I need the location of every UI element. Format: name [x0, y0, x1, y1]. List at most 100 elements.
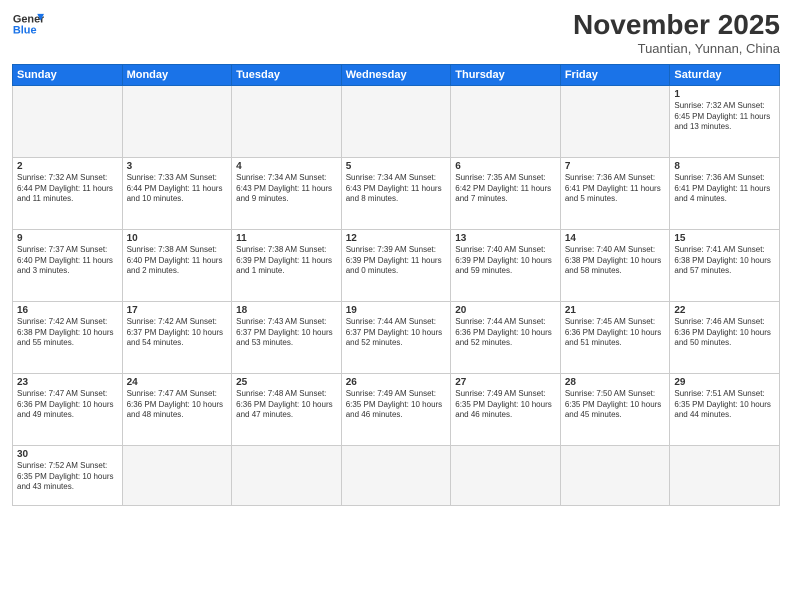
day-number: 30 [17, 449, 118, 460]
day-cell [232, 85, 342, 157]
day-info: Sunrise: 7:50 AM Sunset: 6:35 PM Dayligh… [565, 389, 666, 421]
day-number: 8 [674, 161, 775, 172]
day-number: 19 [346, 305, 447, 316]
day-cell: 11Sunrise: 7:38 AM Sunset: 6:39 PM Dayli… [232, 229, 342, 301]
day-number: 18 [236, 305, 337, 316]
day-cell: 26Sunrise: 7:49 AM Sunset: 6:35 PM Dayli… [341, 373, 451, 445]
day-number: 27 [455, 377, 556, 388]
day-cell [122, 85, 232, 157]
day-info: Sunrise: 7:36 AM Sunset: 6:41 PM Dayligh… [674, 173, 775, 205]
day-info: Sunrise: 7:44 AM Sunset: 6:37 PM Dayligh… [346, 317, 447, 349]
header: General Blue November 2025 Tuantian, Yun… [12, 10, 780, 56]
day-number: 24 [127, 377, 228, 388]
day-info: Sunrise: 7:47 AM Sunset: 6:36 PM Dayligh… [17, 389, 118, 421]
day-info: Sunrise: 7:35 AM Sunset: 6:42 PM Dayligh… [455, 173, 556, 205]
header-row: SundayMondayTuesdayWednesdayThursdayFrid… [13, 64, 780, 85]
week-row-2: 9Sunrise: 7:37 AM Sunset: 6:40 PM Daylig… [13, 229, 780, 301]
day-info: Sunrise: 7:48 AM Sunset: 6:36 PM Dayligh… [236, 389, 337, 421]
svg-text:Blue: Blue [13, 24, 37, 36]
day-number: 12 [346, 233, 447, 244]
day-cell [560, 445, 670, 505]
day-number: 9 [17, 233, 118, 244]
day-cell: 29Sunrise: 7:51 AM Sunset: 6:35 PM Dayli… [670, 373, 780, 445]
page: General Blue November 2025 Tuantian, Yun… [0, 0, 792, 612]
day-number: 16 [17, 305, 118, 316]
day-number: 15 [674, 233, 775, 244]
week-row-5: 30Sunrise: 7:52 AM Sunset: 6:35 PM Dayli… [13, 445, 780, 505]
day-info: Sunrise: 7:32 AM Sunset: 6:45 PM Dayligh… [674, 101, 775, 133]
day-cell: 17Sunrise: 7:42 AM Sunset: 6:37 PM Dayli… [122, 301, 232, 373]
day-info: Sunrise: 7:41 AM Sunset: 6:38 PM Dayligh… [674, 245, 775, 277]
day-cell [232, 445, 342, 505]
day-cell: 25Sunrise: 7:48 AM Sunset: 6:36 PM Dayli… [232, 373, 342, 445]
day-number: 20 [455, 305, 556, 316]
logo-icon: General Blue [12, 10, 44, 38]
col-header-saturday: Saturday [670, 64, 780, 85]
day-cell: 14Sunrise: 7:40 AM Sunset: 6:38 PM Dayli… [560, 229, 670, 301]
day-number: 28 [565, 377, 666, 388]
col-header-wednesday: Wednesday [341, 64, 451, 85]
day-cell: 28Sunrise: 7:50 AM Sunset: 6:35 PM Dayli… [560, 373, 670, 445]
day-info: Sunrise: 7:34 AM Sunset: 6:43 PM Dayligh… [236, 173, 337, 205]
day-cell: 18Sunrise: 7:43 AM Sunset: 6:37 PM Dayli… [232, 301, 342, 373]
col-header-tuesday: Tuesday [232, 64, 342, 85]
day-number: 5 [346, 161, 447, 172]
day-info: Sunrise: 7:38 AM Sunset: 6:40 PM Dayligh… [127, 245, 228, 277]
day-number: 3 [127, 161, 228, 172]
day-number: 11 [236, 233, 337, 244]
day-cell: 10Sunrise: 7:38 AM Sunset: 6:40 PM Dayli… [122, 229, 232, 301]
col-header-thursday: Thursday [451, 64, 561, 85]
day-cell: 30Sunrise: 7:52 AM Sunset: 6:35 PM Dayli… [13, 445, 123, 505]
day-info: Sunrise: 7:49 AM Sunset: 6:35 PM Dayligh… [346, 389, 447, 421]
week-row-4: 23Sunrise: 7:47 AM Sunset: 6:36 PM Dayli… [13, 373, 780, 445]
day-info: Sunrise: 7:36 AM Sunset: 6:41 PM Dayligh… [565, 173, 666, 205]
week-row-0: 1Sunrise: 7:32 AM Sunset: 6:45 PM Daylig… [13, 85, 780, 157]
day-info: Sunrise: 7:40 AM Sunset: 6:38 PM Dayligh… [565, 245, 666, 277]
calendar: SundayMondayTuesdayWednesdayThursdayFrid… [12, 64, 780, 506]
day-number: 7 [565, 161, 666, 172]
day-number: 10 [127, 233, 228, 244]
day-cell [341, 445, 451, 505]
day-cell [670, 445, 780, 505]
day-cell: 2Sunrise: 7:32 AM Sunset: 6:44 PM Daylig… [13, 157, 123, 229]
day-cell: 22Sunrise: 7:46 AM Sunset: 6:36 PM Dayli… [670, 301, 780, 373]
location: Tuantian, Yunnan, China [573, 41, 780, 56]
week-row-3: 16Sunrise: 7:42 AM Sunset: 6:38 PM Dayli… [13, 301, 780, 373]
day-cell: 13Sunrise: 7:40 AM Sunset: 6:39 PM Dayli… [451, 229, 561, 301]
day-cell [451, 445, 561, 505]
logo: General Blue [12, 10, 44, 38]
day-number: 14 [565, 233, 666, 244]
day-number: 22 [674, 305, 775, 316]
day-number: 13 [455, 233, 556, 244]
day-cell [560, 85, 670, 157]
day-cell: 9Sunrise: 7:37 AM Sunset: 6:40 PM Daylig… [13, 229, 123, 301]
day-cell: 5Sunrise: 7:34 AM Sunset: 6:43 PM Daylig… [341, 157, 451, 229]
day-info: Sunrise: 7:32 AM Sunset: 6:44 PM Dayligh… [17, 173, 118, 205]
month-year: November 2025 [573, 10, 780, 41]
day-info: Sunrise: 7:37 AM Sunset: 6:40 PM Dayligh… [17, 245, 118, 277]
day-cell [13, 85, 123, 157]
day-cell: 3Sunrise: 7:33 AM Sunset: 6:44 PM Daylig… [122, 157, 232, 229]
day-number: 6 [455, 161, 556, 172]
day-info: Sunrise: 7:44 AM Sunset: 6:36 PM Dayligh… [455, 317, 556, 349]
day-info: Sunrise: 7:47 AM Sunset: 6:36 PM Dayligh… [127, 389, 228, 421]
day-number: 26 [346, 377, 447, 388]
day-info: Sunrise: 7:33 AM Sunset: 6:44 PM Dayligh… [127, 173, 228, 205]
day-cell: 6Sunrise: 7:35 AM Sunset: 6:42 PM Daylig… [451, 157, 561, 229]
col-header-friday: Friday [560, 64, 670, 85]
day-cell [341, 85, 451, 157]
day-info: Sunrise: 7:40 AM Sunset: 6:39 PM Dayligh… [455, 245, 556, 277]
day-cell: 21Sunrise: 7:45 AM Sunset: 6:36 PM Dayli… [560, 301, 670, 373]
day-cell: 12Sunrise: 7:39 AM Sunset: 6:39 PM Dayli… [341, 229, 451, 301]
col-header-monday: Monday [122, 64, 232, 85]
day-number: 1 [674, 89, 775, 100]
day-cell: 20Sunrise: 7:44 AM Sunset: 6:36 PM Dayli… [451, 301, 561, 373]
day-info: Sunrise: 7:43 AM Sunset: 6:37 PM Dayligh… [236, 317, 337, 349]
day-cell: 7Sunrise: 7:36 AM Sunset: 6:41 PM Daylig… [560, 157, 670, 229]
day-info: Sunrise: 7:49 AM Sunset: 6:35 PM Dayligh… [455, 389, 556, 421]
day-cell: 1Sunrise: 7:32 AM Sunset: 6:45 PM Daylig… [670, 85, 780, 157]
day-cell [451, 85, 561, 157]
col-header-sunday: Sunday [13, 64, 123, 85]
day-cell: 8Sunrise: 7:36 AM Sunset: 6:41 PM Daylig… [670, 157, 780, 229]
day-info: Sunrise: 7:46 AM Sunset: 6:36 PM Dayligh… [674, 317, 775, 349]
